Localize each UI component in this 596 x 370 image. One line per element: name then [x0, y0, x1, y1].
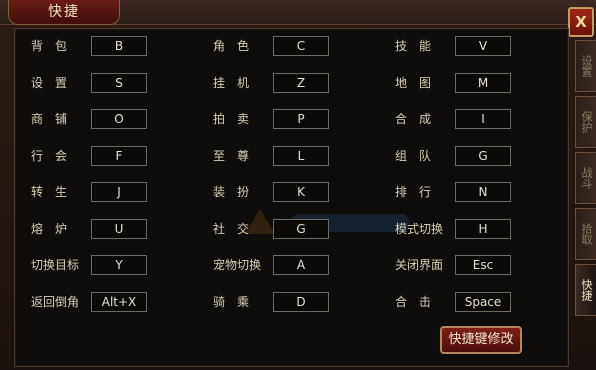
shortcut-key-field[interactable]: M: [455, 72, 511, 93]
shortcut-key-field[interactable]: V: [455, 36, 511, 56]
shortcut-row: 地 图M: [15, 72, 568, 94]
shortcut-key-field[interactable]: Space: [455, 291, 511, 312]
shortcut-label: 合 击: [395, 294, 432, 309]
shortcut-label: 模式切换: [395, 221, 444, 236]
shortcut-key-field[interactable]: G: [455, 145, 511, 166]
side-tab-pickup[interactable]: 拾取: [575, 208, 596, 260]
shortcut-key-field[interactable]: H: [455, 218, 511, 239]
shortcut-key-field[interactable]: Esc: [455, 255, 511, 275]
shortcut-key-field[interactable]: I: [455, 109, 511, 129]
side-tab-combat[interactable]: 战斗: [575, 152, 596, 204]
title-bar: 快捷: [0, 0, 596, 25]
shortcut-row: 合 击 Space: [15, 291, 568, 313]
shortcut-label: 合 成: [395, 112, 432, 126]
window-frame: 快捷 X 背 包B角 色C技 能V设 置S挂 机Z地 图M商 铺O拍 卖P合 成…: [0, 0, 596, 370]
shortcut-panel: 背 包B角 色C技 能V设 置S挂 机Z地 图M商 铺O拍 卖P合 成I行 会F…: [14, 28, 569, 367]
window-title: 快捷: [8, 0, 120, 25]
close-button[interactable]: X: [568, 7, 594, 37]
shortcut-label: 排 行: [395, 185, 432, 199]
shortcut-row: 排 行N: [15, 181, 568, 203]
side-tab-settings[interactable]: 设置: [575, 40, 596, 92]
shortcut-label: 地 图: [395, 75, 432, 90]
shortcut-row: 技 能V: [15, 35, 568, 57]
shortcut-label: 组 队: [395, 148, 432, 163]
shortcut-label: 技 能: [395, 39, 432, 53]
shortcut-row: 关闭界面 Esc: [15, 254, 568, 276]
shortcut-row: 合 成I: [15, 108, 568, 130]
shortcut-key-field[interactable]: N: [455, 182, 511, 202]
side-tab-shortcut[interactable]: 快捷: [575, 264, 596, 316]
modify-shortcut-button[interactable]: 快捷键修改: [440, 326, 522, 354]
shortcut-row: 组 队G: [15, 145, 568, 167]
shortcut-label: 关闭界面: [395, 258, 444, 272]
shortcut-row: 模式切换 H: [15, 218, 568, 240]
side-tab-protect[interactable]: 保护: [575, 96, 596, 148]
